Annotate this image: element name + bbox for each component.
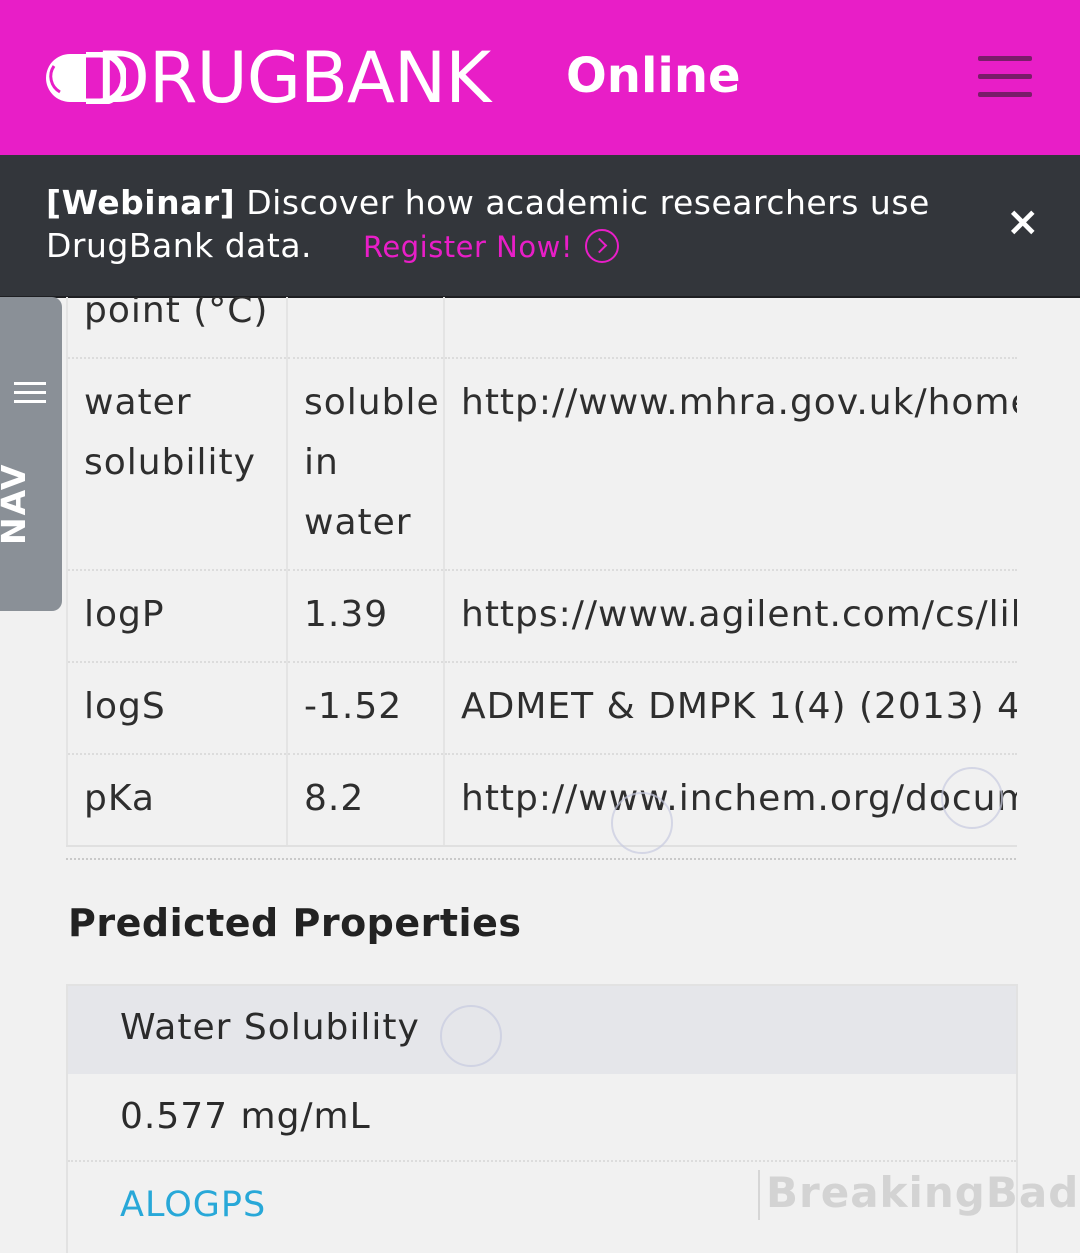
source-link[interactable]: http://www.inchem.org/docum	[443, 754, 1017, 847]
touch-ring	[440, 1005, 502, 1067]
table-row: pKa 8.2 http://www.inchem.org/docum	[66, 754, 1017, 847]
value-cell: -1.52	[286, 662, 444, 755]
property-cell: point (°C)	[66, 297, 287, 359]
property-cell: water solubility	[66, 358, 287, 571]
menu-lines-icon[interactable]	[14, 382, 46, 404]
nav-label[interactable]: NAV	[0, 463, 71, 545]
table-row: logS -1.52 ADMET & DMPK 1(4) (2013) 48-€	[66, 662, 1017, 755]
touch-ring	[611, 792, 673, 854]
table-row: point (°C)	[66, 297, 1017, 359]
source-link[interactable]: http://www.mhra.gov.uk/home	[443, 358, 1017, 571]
table-row: logP 1.39 https://www.agilent.com/cs/lil	[66, 570, 1017, 663]
banner-message: [Webinar] Discover how academic research…	[46, 181, 946, 269]
experimental-properties-table: point (°C) water solubility soluble in w…	[66, 297, 1017, 847]
source-link[interactable]: https://www.agilent.com/cs/lil	[443, 570, 1017, 663]
register-now-label[interactable]: Register Now!	[363, 230, 573, 264]
app-header: DRUGBANK Online	[0, 0, 1080, 155]
banner-tag: [Webinar]	[46, 183, 236, 222]
source-cell	[443, 297, 1017, 359]
predicted-property-header: Water Solubility	[68, 986, 1016, 1074]
value-cell	[286, 297, 444, 359]
value-cell: 8.2	[286, 754, 444, 847]
chevron-circle-right-icon[interactable]	[584, 229, 619, 263]
logo-suffix: Online	[566, 48, 741, 104]
nav-tab[interactable]: NAV	[0, 297, 62, 611]
hamburger-icon[interactable]	[978, 56, 1032, 98]
logo-text[interactable]: DRUGBANK	[96, 38, 491, 118]
watermark: BreakingBad	[766, 1168, 1080, 1217]
touch-ring	[941, 767, 1003, 829]
source-cell: ADMET & DMPK 1(4) (2013) 48-€	[443, 662, 1017, 755]
close-icon[interactable]: ×	[1006, 200, 1040, 244]
property-cell: pKa	[66, 754, 287, 847]
section-divider	[66, 858, 1016, 860]
value-cell: 1.39	[286, 570, 444, 663]
table-row: water solubility soluble in water http:/…	[66, 358, 1017, 571]
main-content: point (°C) water solubility soluble in w…	[0, 297, 1080, 1253]
register-now-link[interactable]: Register Now!	[363, 229, 619, 264]
watermark-bar	[758, 1170, 760, 1220]
value-cell: soluble in water	[286, 358, 444, 571]
predicted-property-value: 0.577 mg/mL	[68, 1074, 1016, 1162]
property-cell: logS	[66, 662, 287, 755]
property-cell: logP	[66, 570, 287, 663]
predicted-properties-title: Predicted Properties	[68, 901, 522, 945]
